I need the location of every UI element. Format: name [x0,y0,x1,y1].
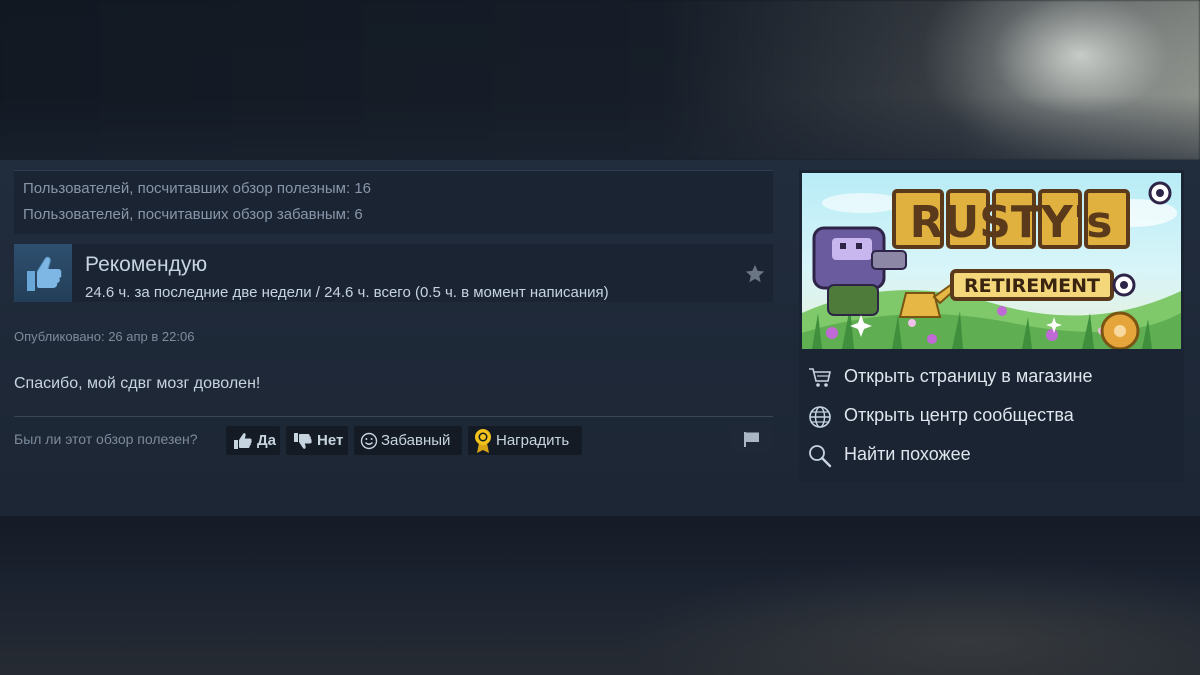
recommendation-title: Рекомендую [85,253,208,276]
open-store-page-label: Открыть страницу в магазине [844,366,1093,386]
game-capsule-image[interactable]: RUSTY's RETIREMENT [802,173,1181,349]
playtime-hours: 24.6 ч. за последние две недели / 24.6 ч… [85,284,609,301]
helpful-count-text: Пользователей, посчитавших обзор полезны… [23,180,372,197]
background-blur-shape [620,560,1200,675]
vote-no-button[interactable]: Нет [286,426,348,455]
open-community-hub-label: Открыть центр сообщества [844,405,1074,425]
recommendation-header: Рекомендую 24.6 ч. за последние две неде… [14,244,773,302]
award-label: Наградить [496,432,570,449]
vote-yes-label: Да [257,432,277,449]
report-button[interactable] [730,426,773,453]
thumbs-up-tile [14,244,72,302]
helpful-question: Был ли этот обзор полезен? [14,431,198,447]
divider [14,416,773,417]
posted-date: Опубликовано: 26 апр в 22:06 [14,329,195,344]
vote-funny-button[interactable]: Забавный [354,426,462,455]
thumbs-down-small-icon [294,432,312,449]
vote-yes-button[interactable]: Да [226,426,280,455]
thumbs-up-small-icon [234,432,252,449]
thumbs-up-icon [27,256,62,291]
capsule-title-main: RUSTY's [910,197,1113,248]
find-similar-label: Найти похожее [844,444,971,464]
smiley-icon [360,432,378,449]
award-button[interactable]: Наградить [468,426,582,455]
star-icon[interactable] [744,263,766,285]
magnifier-icon [809,445,832,468]
flag-icon [744,432,759,447]
vote-funny-label: Забавный [381,432,451,449]
cart-icon [809,368,831,387]
review-body: Спасибо, мой сдвг мозг доволен! [14,375,261,392]
award-icon [475,428,491,453]
game-capsule-art: RUSTY's RETIREMENT [802,181,1181,349]
open-store-page-link[interactable]: Открыть страницу в магазине [799,360,1184,394]
open-community-hub-link[interactable]: Открыть центр сообщества [799,399,1184,433]
globe-icon [809,406,831,428]
review-vote-summary: Пользователей, посчитавших обзор полезны… [14,170,773,234]
game-panel: RUSTY's RETIREMENT Открыть страницу в ма… [799,170,1184,482]
vote-no-label: Нет [317,432,344,449]
background-fade [0,0,1200,160]
capsule-title-sub: RETIREMENT [964,275,1100,297]
find-similar-link[interactable]: Найти похожее [799,438,1184,472]
funny-count-text: Пользователей, посчитавших обзор забавны… [23,206,363,223]
